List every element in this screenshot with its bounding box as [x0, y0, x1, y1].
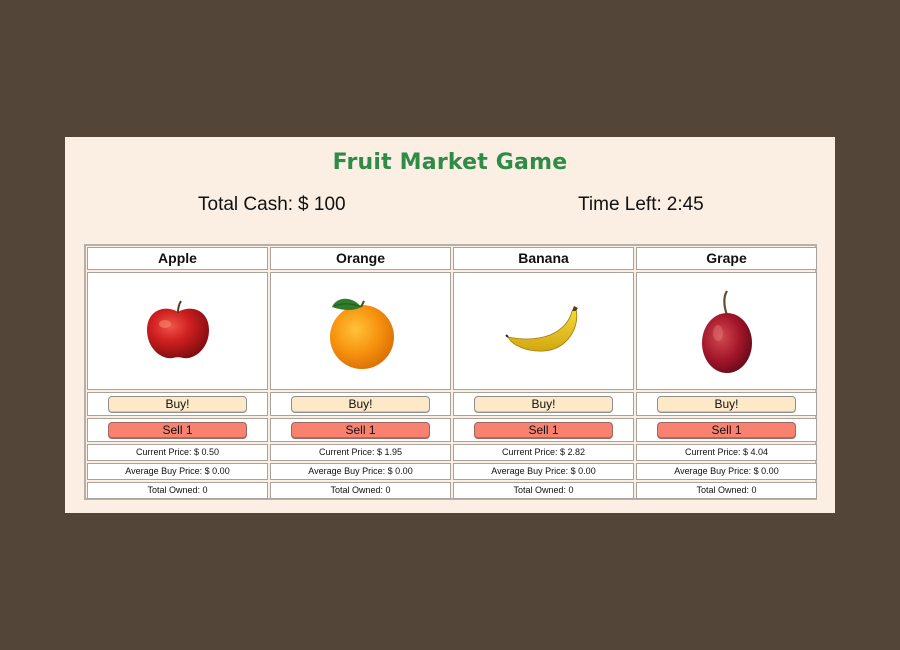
time-left: Time Left: 2:45 — [578, 194, 704, 216]
fruit-name: Orange — [270, 247, 451, 270]
time-left-value: 2:45 — [666, 194, 704, 215]
game-panel: Fruit Market Game Total Cash: $ 100 Time … — [65, 137, 835, 513]
sell-cell: Sell 1 — [636, 418, 817, 442]
total-owned: Total Owned: 0 — [270, 482, 451, 499]
apple-image — [146, 300, 209, 359]
average-buy-price: Average Buy Price: $ 0.00 — [270, 463, 451, 480]
grape-image — [701, 290, 752, 373]
sell-apple-button[interactable]: Sell 1 — [108, 422, 247, 439]
buy-apple-button[interactable]: Buy! — [108, 396, 247, 413]
sell-cell: Sell 1 — [453, 418, 634, 442]
orange-image — [329, 298, 394, 369]
buy-orange-button[interactable]: Buy! — [291, 396, 430, 413]
buy-banana-button[interactable]: Buy! — [474, 396, 613, 413]
buy-cell: Buy! — [636, 392, 817, 416]
fruit-image-cell — [87, 272, 268, 390]
total-owned: Total Owned: 0 — [87, 482, 268, 499]
total-cash-label: Total Cash: — [198, 194, 294, 215]
fruit-image-cell — [636, 272, 817, 390]
sell-orange-button[interactable]: Sell 1 — [291, 422, 430, 439]
buy-cell: Buy! — [87, 392, 268, 416]
current-price: Current Price: $ 1.95 — [270, 444, 451, 461]
total-cash: Total Cash: $ 100 — [198, 194, 346, 216]
average-buy-price: Average Buy Price: $ 0.00 — [87, 463, 268, 480]
buy-cell: Buy! — [270, 392, 451, 416]
buy-cell: Buy! — [453, 392, 634, 416]
sell-banana-button[interactable]: Sell 1 — [474, 422, 613, 439]
current-price: Current Price: $ 2.82 — [453, 444, 634, 461]
fruit-name: Grape — [636, 247, 817, 270]
time-left-label: Time Left: — [578, 194, 662, 215]
sell-cell: Sell 1 — [87, 418, 268, 442]
market-table: Apple Buy! Sell 1 Current Price: $ 0.50 … — [84, 244, 817, 500]
average-buy-price: Average Buy Price: $ 0.00 — [453, 463, 634, 480]
banana-image — [504, 306, 578, 352]
fruit-name: Apple — [87, 247, 268, 270]
fruit-name: Banana — [453, 247, 634, 270]
total-owned: Total Owned: 0 — [636, 482, 817, 499]
fruit-image-cell — [270, 272, 451, 390]
sell-cell: Sell 1 — [270, 418, 451, 442]
current-price: Current Price: $ 0.50 — [87, 444, 268, 461]
game-title: Fruit Market Game — [332, 150, 568, 175]
sell-grape-button[interactable]: Sell 1 — [657, 422, 796, 439]
current-price: Current Price: $ 4.04 — [636, 444, 817, 461]
total-owned: Total Owned: 0 — [453, 482, 634, 499]
average-buy-price: Average Buy Price: $ 0.00 — [636, 463, 817, 480]
total-cash-value: $ 100 — [298, 194, 346, 215]
buy-grape-button[interactable]: Buy! — [657, 396, 796, 413]
fruit-image-cell — [453, 272, 634, 390]
